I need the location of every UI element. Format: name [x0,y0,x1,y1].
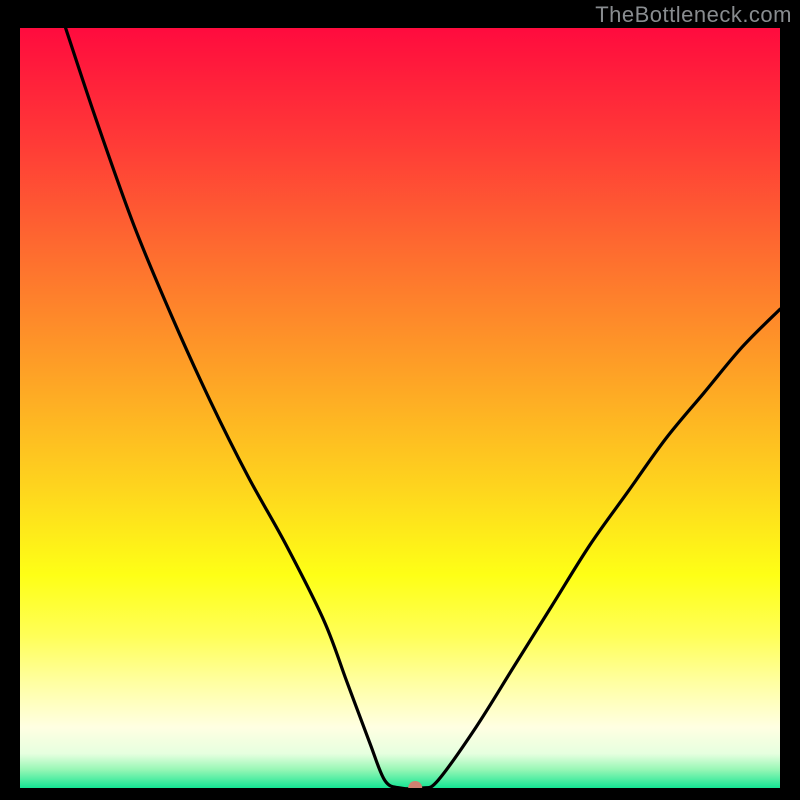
chart-svg [20,28,780,788]
chart-container: TheBottleneck.com [0,0,800,800]
plot-area [20,28,780,788]
gradient-background [20,28,780,788]
attribution-text: TheBottleneck.com [595,2,792,28]
